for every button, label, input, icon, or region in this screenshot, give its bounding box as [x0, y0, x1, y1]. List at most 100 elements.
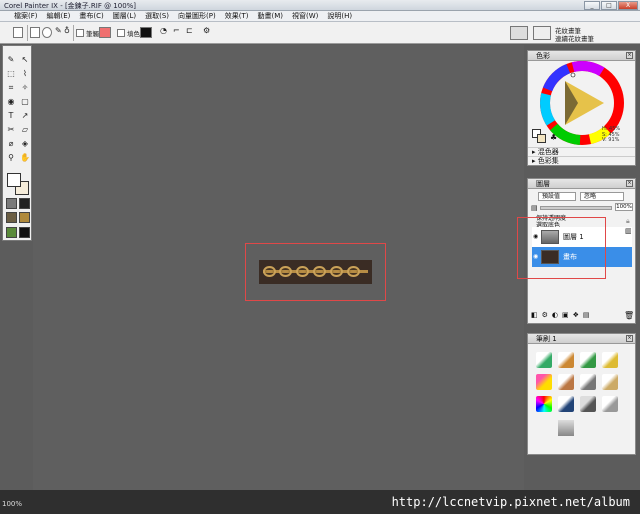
look-selector-icon[interactable] — [6, 227, 17, 238]
color-subpanels: ▸ 混色器 ▸ 色彩集 — [528, 147, 635, 165]
oval-tool-icon[interactable] — [42, 27, 52, 38]
brush-icon[interactable] — [580, 374, 596, 390]
composite-depth-select[interactable]: 忽略 — [580, 192, 624, 201]
lasso-icon[interactable]: ⌇ — [19, 68, 31, 80]
menu-window[interactable]: 視窗(W) — [292, 11, 318, 21]
divider — [73, 25, 74, 41]
layer-lock-icon[interactable]: ▥ — [625, 227, 632, 235]
cap-icon[interactable]: ⊏ — [186, 26, 193, 35]
rect-tool-icon[interactable] — [30, 27, 40, 38]
menu-canvas[interactable]: 畫布(C) — [79, 11, 103, 21]
toolbox: ✎ ↖ ⬚ ⌇ ⌗ ✧ ◉ ▢ T ↗ ✂ ▱ ⌀ ◈ ⚲ ✋ — [2, 45, 32, 241]
crop-icon[interactable]: ⌗ — [5, 82, 17, 94]
property-bar: ✎ ♁ 筆觸 填色 ◔ ⌐ ⊏ ⚙ 花紋畫筆 連續花紋畫筆 — [0, 22, 640, 44]
fill-color-swatch[interactable] — [140, 27, 152, 38]
maximize-button[interactable]: □ — [601, 1, 617, 10]
rectangle-shape-icon[interactable] — [13, 27, 23, 38]
opacity-icon[interactable]: ◔ — [160, 26, 167, 35]
eraser-icon[interactable]: ▱ — [19, 124, 31, 136]
bucket-fill-icon[interactable]: ◈ — [19, 138, 31, 150]
tool-grid: ✎ ↖ ⬚ ⌇ ⌗ ✧ ◉ ▢ T ↗ ✂ ▱ ⌀ ◈ ⚲ ✋ — [5, 54, 31, 164]
fill-checkbox[interactable] — [117, 29, 125, 37]
magnifier-icon[interactable]: ⚲ — [5, 152, 17, 164]
group-layers-icon[interactable]: ❖ — [573, 311, 579, 319]
highlight-frame-layers — [517, 217, 606, 279]
brush-icon[interactable] — [536, 396, 552, 412]
panel-header: 圖層 × — [528, 179, 635, 189]
additional-color-swatch[interactable] — [537, 134, 546, 143]
pattern-selector-icon[interactable] — [6, 212, 17, 223]
text-tool-icon[interactable]: T — [5, 110, 17, 122]
mixer-section[interactable]: ▸ 混色器 — [528, 147, 635, 156]
brush-icon[interactable] — [558, 352, 574, 368]
lock-icon[interactable]: 🔒︎ — [626, 217, 630, 226]
opacity-slider[interactable] — [540, 206, 612, 210]
menu-edit[interactable]: 編輯(E) — [47, 11, 71, 21]
opacity-value[interactable]: 100% — [615, 203, 633, 211]
layer-commands-icon[interactable]: ◧ — [531, 311, 538, 319]
brush-icon[interactable] — [536, 374, 552, 390]
composite-method-select[interactable]: 預設值 — [538, 192, 576, 201]
shape-icon[interactable]: ▢ — [19, 96, 31, 108]
opacity-icon: ▤ — [531, 204, 538, 212]
hue-indicator[interactable] — [570, 72, 576, 78]
stroke-checkbox[interactable] — [76, 29, 84, 37]
gradient-selector-icon[interactable] — [19, 198, 30, 209]
panel-title: 筆刷 1 — [536, 335, 557, 343]
paint-bucket-icon[interactable]: ◉ — [5, 96, 17, 108]
settings-icon[interactable]: ⚙ — [203, 26, 210, 35]
magic-wand-icon[interactable]: ✧ — [19, 82, 31, 94]
layer-mask-icon[interactable]: ◐ — [552, 311, 558, 319]
paper-selector-icon[interactable] — [6, 198, 17, 209]
brush-icon[interactable] — [602, 396, 618, 412]
brush-category-icon[interactable] — [510, 26, 528, 40]
menu-file[interactable]: 檔案(F) — [14, 11, 38, 21]
brush-tool-icon[interactable]: ✎ — [5, 54, 17, 66]
panel-header: 色彩 × — [528, 51, 635, 61]
layer-options-icon[interactable]: ▤ — [583, 311, 590, 319]
delete-layer-icon[interactable]: 🗑︎ — [624, 311, 634, 320]
anchor-icon[interactable]: ♁ — [64, 26, 70, 35]
weaving-selector-icon[interactable] — [19, 227, 30, 238]
menu-layers[interactable]: 圖層(L) — [113, 11, 136, 21]
panel-close-icon[interactable]: × — [626, 335, 633, 342]
brush-icon[interactable] — [558, 396, 574, 412]
rect-select-icon[interactable]: ⬚ — [5, 68, 17, 80]
brush-variant-name[interactable]: 連續花紋畫筆 — [555, 33, 594, 43]
minimize-button[interactable]: _ — [584, 1, 600, 10]
selection-arrow-icon[interactable]: ↖ — [19, 54, 31, 66]
color-panel: 色彩 × ♣ H: 45% S: 45% V: 91% ▸ 混色器 ▸ 色彩集 — [527, 50, 636, 166]
title-bar: Corel Painter IX - [金鍊子.RIF @ 100%] _ □ … — [0, 0, 640, 11]
dynamic-plugins-icon[interactable]: ⚙ — [542, 311, 548, 319]
zoom-status: 100% — [2, 500, 23, 508]
pen-icon[interactable]: ✎ — [55, 26, 62, 35]
brush-variant-icon[interactable] — [533, 26, 551, 40]
menu-help[interactable]: 說明(H) — [327, 11, 352, 21]
brush-icon[interactable] — [558, 374, 574, 390]
close-button[interactable]: X — [618, 1, 638, 10]
new-layer-icon[interactable]: ▣ — [562, 311, 569, 319]
panel-close-icon[interactable]: × — [626, 52, 633, 59]
clone-color-icon[interactable]: ♣ — [550, 133, 557, 142]
stroke-color-swatch[interactable] — [99, 27, 111, 38]
menu-shapes[interactable]: 向量圖形(P) — [178, 11, 216, 21]
primary-color-swatch[interactable] — [7, 173, 21, 187]
menu-select[interactable]: 選取(S) — [145, 11, 169, 21]
join-icon[interactable]: ⌐ — [173, 26, 180, 35]
brush-icon[interactable] — [536, 352, 552, 368]
hsv-readout: H: 45% S: 45% V: 91% — [602, 126, 620, 144]
brush-icon[interactable] — [602, 374, 618, 390]
color-sets-section[interactable]: ▸ 色彩集 — [528, 156, 635, 165]
brush-icon[interactable] — [558, 420, 574, 436]
nozzle-selector-icon[interactable] — [19, 212, 30, 223]
shape-select-icon[interactable]: ↗ — [19, 110, 31, 122]
panel-close-icon[interactable]: × — [626, 180, 633, 187]
menu-movie[interactable]: 動畫(M) — [257, 11, 283, 21]
brush-icon[interactable] — [602, 352, 618, 368]
brush-icon[interactable] — [580, 396, 596, 412]
cloner-icon[interactable]: ✂ — [5, 124, 17, 136]
brush-icon[interactable] — [580, 352, 596, 368]
menu-effects[interactable]: 效果(T) — [225, 11, 249, 21]
grabber-hand-icon[interactable]: ✋ — [19, 152, 31, 164]
dropper-icon[interactable]: ⌀ — [5, 138, 17, 150]
